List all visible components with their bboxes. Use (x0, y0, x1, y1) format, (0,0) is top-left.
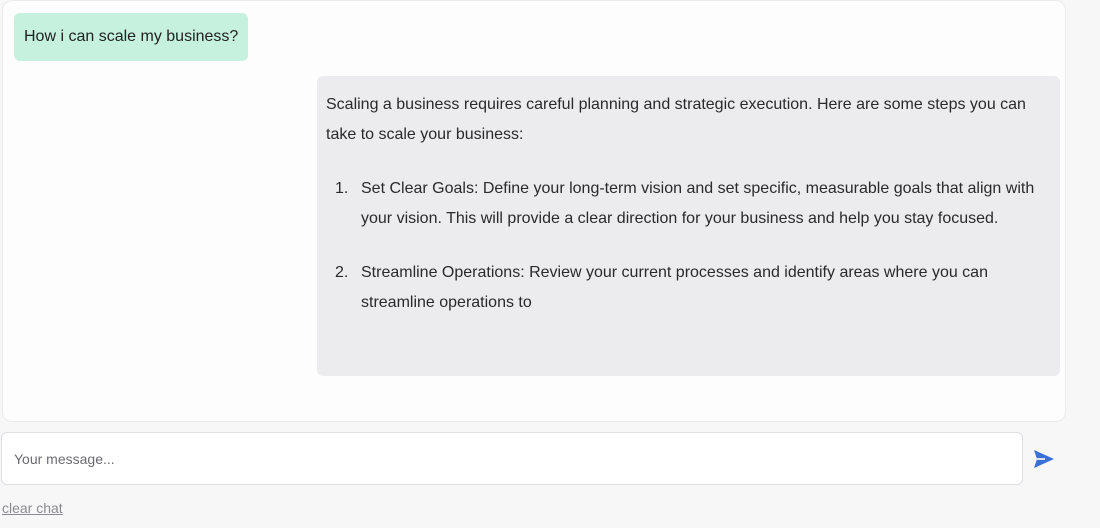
list-item: 1. Set Clear Goals: Define your long-ter… (326, 174, 1050, 234)
user-message-bubble: How i can scale my business? (14, 13, 249, 61)
assistant-message-bubble: Scaling a business requires careful plan… (317, 76, 1060, 376)
send-arrow-icon (1034, 450, 1054, 468)
assistant-intro-text: Scaling a business requires careful plan… (326, 96, 1026, 143)
user-message-text: How i can scale my business? (24, 28, 239, 45)
assistant-steps-list: 1. Set Clear Goals: Define your long-ter… (326, 174, 1050, 318)
step-number: 1. (335, 180, 349, 197)
step-text: Set Clear Goals: Define your long-term v… (361, 180, 1035, 227)
clear-chat-link[interactable]: clear chat (2, 500, 63, 516)
chat-panel: How i can scale my business? Scaling a b… (2, 0, 1066, 422)
send-button[interactable] (1030, 446, 1058, 472)
list-item: 2. Streamline Operations: Review your cu… (326, 258, 1050, 318)
message-input[interactable] (1, 432, 1023, 485)
step-text: Streamline Operations: Review your curre… (361, 264, 988, 311)
step-number: 2. (335, 264, 349, 281)
